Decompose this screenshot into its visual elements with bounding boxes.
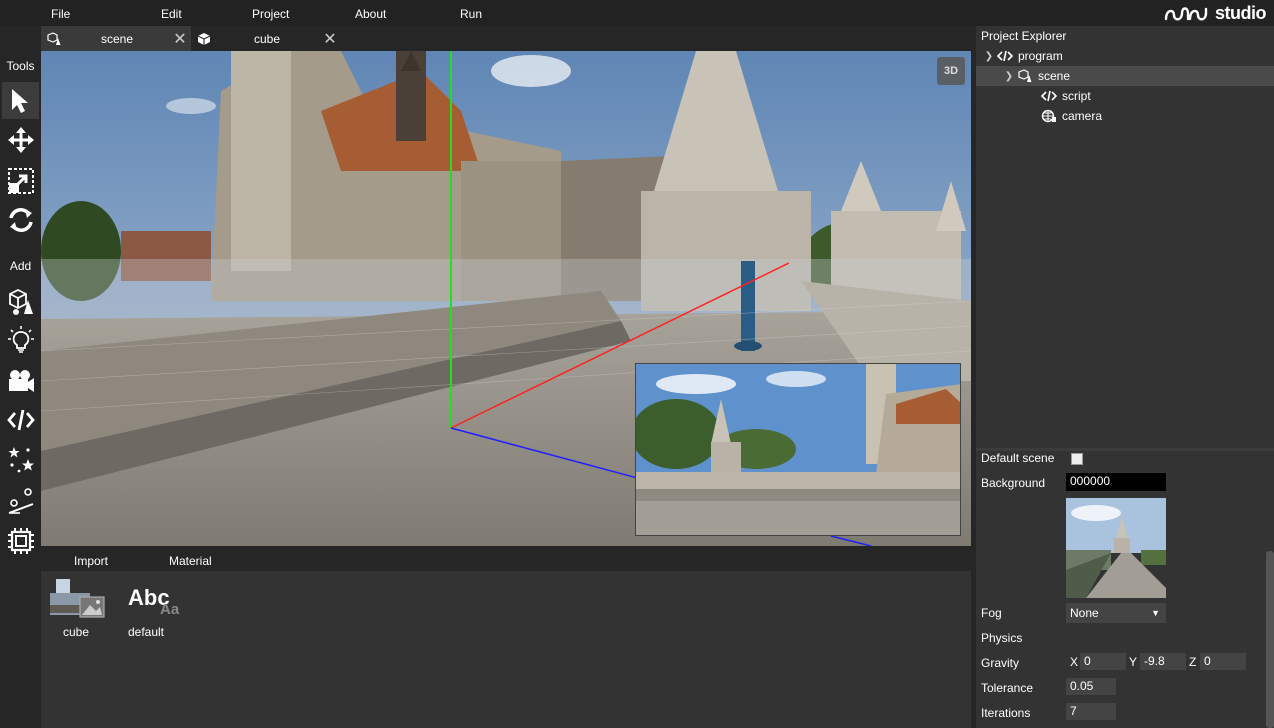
chip-icon <box>7 527 34 554</box>
asset-cube[interactable]: cube <box>41 579 111 639</box>
tree-item-scene[interactable]: ❯ scene <box>976 66 1274 86</box>
chevron-down-icon[interactable]: ❯ <box>1002 71 1016 82</box>
scale-icon <box>7 167 34 194</box>
tab-cube-label: cube <box>253 31 281 46</box>
menu-file[interactable]: File <box>51 7 70 21</box>
tree-item-program[interactable]: ❯ program <box>976 46 1274 66</box>
tab-scene-label: scene <box>100 31 134 46</box>
default-scene-label: Default scene <box>981 451 1055 465</box>
scene-icon <box>1016 69 1034 83</box>
properties-inspector: Default scene Background 000000 Fog None… <box>976 451 1274 728</box>
camera-preview <box>635 363 961 536</box>
fog-select[interactable]: None ▼ <box>1066 603 1166 623</box>
camera-icon <box>8 369 34 392</box>
rotate-tool-button[interactable] <box>2 201 39 238</box>
camera-preview-image <box>636 364 960 535</box>
gravity-x-input[interactable]: 0 <box>1080 653 1126 670</box>
tab-import[interactable]: Import <box>74 554 108 568</box>
menu-about[interactable]: About <box>355 7 386 21</box>
select-tool-button[interactable] <box>2 82 39 119</box>
gravity-z-label: Z <box>1189 655 1197 669</box>
select-icon <box>11 88 28 113</box>
cube-icon <box>195 30 213 48</box>
menu-bar: File Edit Project About Run studio <box>0 0 1274 26</box>
scene-icon <box>45 30 63 48</box>
explorer-title: Project Explorer <box>981 29 1067 43</box>
font-thumb-subtext: Aa <box>160 601 180 618</box>
dropdown-arrow-icon: ▼ <box>1151 608 1160 618</box>
physics-label: Physics <box>981 631 1023 645</box>
rotate-icon <box>8 207 33 232</box>
texture-thumbnail-icon <box>46 579 106 621</box>
tab-material[interactable]: Material <box>169 554 212 568</box>
background-label: Background <box>981 476 1046 490</box>
add-light-button[interactable] <box>2 321 39 358</box>
chevron-down-icon[interactable]: ❯ <box>982 51 996 62</box>
add-section-label: Add <box>9 259 32 273</box>
move-tool-button[interactable] <box>2 121 39 158</box>
light-icon <box>7 325 34 353</box>
tree-item-script-label: script <box>1062 89 1091 103</box>
tab-cube[interactable]: cube ✕ <box>191 26 341 51</box>
tree-item-scene-label: scene <box>1038 69 1071 83</box>
physics-icon <box>8 487 33 514</box>
add-script-button[interactable] <box>2 401 39 438</box>
tree-item-script[interactable]: script <box>976 86 1274 106</box>
asset-panel: cube Abc Aa default <box>41 571 971 728</box>
editor-tab-bar: scene ✕ cube ✕ <box>41 26 971 51</box>
model-icon <box>8 288 33 315</box>
scale-tool-button[interactable] <box>2 162 39 199</box>
add-particles-button[interactable] <box>2 441 39 478</box>
tools-section-label: Tools <box>6 59 35 73</box>
logo-text: studio <box>1215 3 1267 23</box>
code-icon <box>1040 90 1058 102</box>
code-icon <box>996 50 1014 62</box>
add-chip-button[interactable] <box>2 522 39 559</box>
menu-run[interactable]: Run <box>460 7 482 21</box>
asset-tab-bar: Import Material <box>41 546 971 571</box>
gravity-z-input[interactable]: 0 <box>1200 653 1246 670</box>
tree-item-camera[interactable]: camera <box>976 106 1274 126</box>
camera-globe-icon <box>1040 109 1058 123</box>
asset-cube-label: cube <box>62 625 90 639</box>
gravity-y-input[interactable]: -9.8 <box>1140 653 1186 670</box>
iterations-input[interactable]: 7 <box>1066 703 1116 720</box>
tree-item-program-label: program <box>1018 49 1063 63</box>
gravity-label: Gravity <box>981 656 1020 670</box>
add-model-button[interactable] <box>2 282 39 319</box>
fog-select-value: None <box>1070 606 1099 620</box>
inspector-scrollbar[interactable] <box>1266 551 1274 728</box>
asset-default[interactable]: Abc Aa default <box>111 579 181 639</box>
tree-item-camera-label: camera <box>1062 109 1103 123</box>
add-camera-button[interactable] <box>2 362 39 399</box>
tolerance-input[interactable]: 0.05 <box>1066 678 1116 695</box>
default-scene-checkbox[interactable] <box>1071 453 1083 465</box>
menu-edit[interactable]: Edit <box>161 7 182 21</box>
close-icon[interactable]: ✕ <box>171 29 189 49</box>
background-image-thumbnail[interactable] <box>1066 498 1166 598</box>
view-mode-3d-button[interactable]: 3D <box>937 57 965 85</box>
close-icon[interactable]: ✕ <box>321 29 339 49</box>
tolerance-label: Tolerance <box>981 681 1034 695</box>
fog-label: Fog <box>981 606 1002 620</box>
background-color-input[interactable]: 000000 <box>1066 473 1166 491</box>
logo-mark-icon <box>1164 6 1208 20</box>
tab-scene[interactable]: scene ✕ <box>41 26 191 51</box>
scene-viewport[interactable]: 3D <box>41 51 971 546</box>
script-icon <box>6 409 35 430</box>
app-logo: studio <box>1164 3 1267 24</box>
menu-project[interactable]: Project <box>252 7 289 21</box>
left-toolbar: Tools Add <box>0 50 41 728</box>
gravity-x-label: X <box>1070 655 1079 669</box>
app-window: File Edit Project About Run studio Tools <box>0 0 1274 728</box>
project-explorer: Project Explorer ❯ program ❯ scene scrip… <box>976 26 1274 448</box>
font-thumbnail-icon: Abc Aa <box>116 579 180 621</box>
add-physics-button[interactable] <box>2 482 39 519</box>
gravity-y-label: Y <box>1129 655 1138 669</box>
iterations-label: Iterations <box>981 706 1031 720</box>
asset-default-label: default <box>127 625 165 639</box>
particles-icon <box>8 446 34 472</box>
move-icon <box>7 126 34 153</box>
